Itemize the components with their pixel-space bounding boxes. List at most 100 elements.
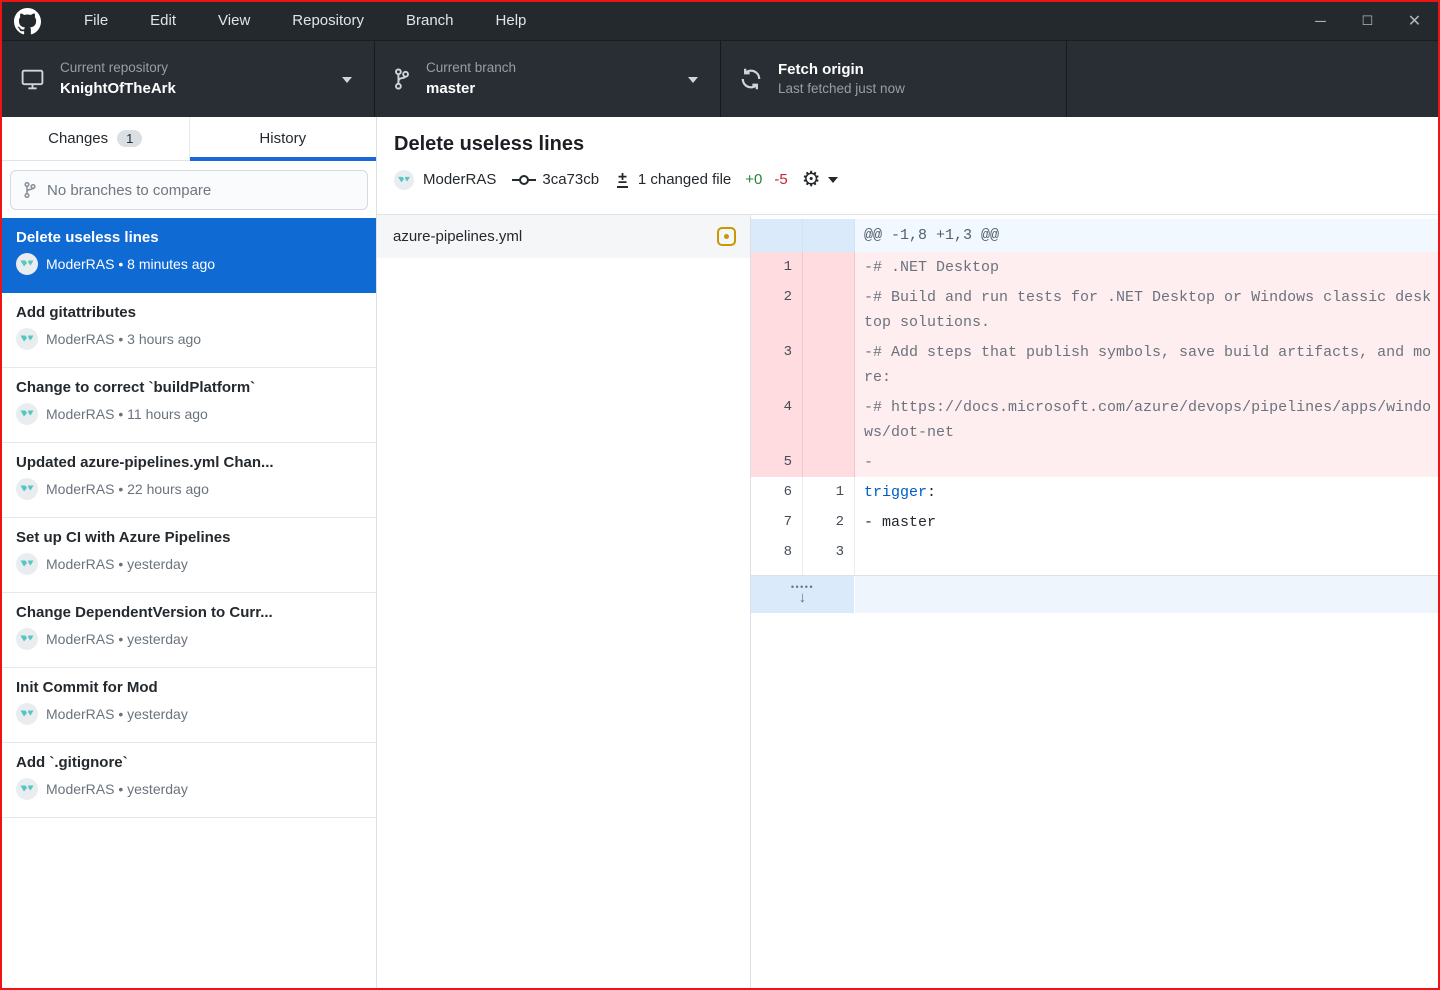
avatar: [394, 170, 414, 190]
current-branch-value: master: [426, 78, 516, 99]
maximize-button[interactable]: ☐: [1344, 2, 1391, 40]
current-repository-label: Current repository: [60, 59, 176, 78]
commit-list-item[interactable]: Add gitattributes ModerRAS • 3 hours ago: [2, 293, 376, 368]
file-row-selected[interactable]: azure-pipelines.yml: [377, 215, 750, 258]
changed-files-list: azure-pipelines.yml: [377, 215, 751, 988]
commit-item-title: Change to correct `buildPlatform`: [16, 379, 362, 396]
diff-line: 72- master: [751, 507, 1438, 537]
commit-list-item[interactable]: Change DependentVersion to Curr... Moder…: [2, 593, 376, 668]
chevron-down-icon: [688, 77, 698, 83]
avatar: [16, 253, 38, 275]
chevron-down-icon: [342, 77, 352, 83]
avatar: [16, 403, 38, 425]
menu-item-view[interactable]: View: [197, 2, 271, 40]
branch-compare-input[interactable]: [47, 182, 356, 199]
menu-item-file[interactable]: File: [63, 2, 129, 40]
commit-item-title: Updated azure-pipelines.yml Chan...: [16, 454, 362, 471]
diff-line-content: trigger:: [855, 477, 1438, 507]
github-logo-icon: [14, 8, 41, 35]
menu-item-edit[interactable]: Edit: [129, 2, 197, 40]
avatar: [16, 553, 38, 575]
commit-item-meta-text: ModerRAS • 8 minutes ago: [46, 256, 215, 272]
modified-file-icon: [717, 227, 736, 246]
app-window: FileEditViewRepositoryBranchHelp ─ ☐ ✕ C…: [0, 0, 1440, 990]
current-branch-label: Current branch: [426, 59, 516, 78]
commit-item-title: Add `.gitignore`: [16, 754, 362, 771]
commit-item-meta-text: ModerRAS • yesterday: [46, 631, 188, 647]
close-button[interactable]: ✕: [1391, 2, 1438, 40]
old-line-number: 2: [751, 282, 803, 337]
tab-changes-label: Changes: [48, 130, 108, 147]
commit-list-item[interactable]: Init Commit for Mod ModerRAS • yesterday: [2, 668, 376, 743]
file-name: azure-pipelines.yml: [393, 228, 522, 245]
old-line-number: 6: [751, 477, 803, 507]
commit-item-meta-text: ModerRAS • yesterday: [46, 781, 188, 797]
commit-list-item[interactable]: Change to correct `buildPlatform` ModerR…: [2, 368, 376, 443]
branch-compare-box[interactable]: [10, 170, 368, 210]
commit-item-meta-text: ModerRAS • yesterday: [46, 706, 188, 722]
commit-title: Delete useless lines: [394, 133, 1438, 156]
git-commit-icon: [512, 173, 536, 187]
diff-line: 83: [751, 537, 1438, 575]
menu-bar: FileEditViewRepositoryBranchHelp: [63, 2, 547, 40]
sidebar: Changes 1 History Delete useless lines: [2, 117, 377, 988]
old-line-number: 3: [751, 337, 803, 392]
additions-count: +0: [745, 171, 762, 188]
commit-list-item[interactable]: Delete useless lines ModerRAS • 8 minute…: [2, 218, 376, 293]
menu-item-help[interactable]: Help: [475, 2, 548, 40]
window-controls: ─ ☐ ✕: [1297, 2, 1438, 40]
avatar: [16, 328, 38, 350]
old-line-number: 4: [751, 392, 803, 447]
commit-item-title: Delete useless lines: [16, 229, 362, 246]
new-line-number: [803, 447, 855, 477]
diff-line-content: - master: [855, 507, 1438, 537]
commit-item-title: Add gitattributes: [16, 304, 362, 321]
expand-down-button[interactable]: ••••• ↓: [791, 583, 814, 606]
git-branch-icon: [393, 67, 411, 91]
commit-list-item[interactable]: Updated azure-pipelines.yml Chan... Mode…: [2, 443, 376, 518]
diff-line: 1-# .NET Desktop: [751, 252, 1438, 282]
commit-list-item[interactable]: Set up CI with Azure Pipelines ModerRAS …: [2, 518, 376, 593]
commit-header: Delete useless lines ModerRAS 3ca73cb: [377, 117, 1438, 215]
commit-list-item[interactable]: Add `.gitignore` ModerRAS • yesterday: [2, 743, 376, 818]
arrow-down-icon: ↓: [798, 591, 807, 606]
menu-item-repository[interactable]: Repository: [271, 2, 385, 40]
diff-expand-row: ••••• ↓: [751, 576, 1438, 613]
new-line-number: 1: [803, 477, 855, 507]
commit-meta-row: ModerRAS 3ca73cb ± 1 changed file +0 -5 …: [394, 169, 1438, 190]
gear-icon[interactable]: ⚙: [802, 169, 821, 190]
tab-changes[interactable]: Changes 1: [2, 117, 189, 160]
avatar: [16, 478, 38, 500]
menu-item-branch[interactable]: Branch: [385, 2, 475, 40]
commit-item-meta-text: ModerRAS • yesterday: [46, 556, 188, 572]
current-repository-button[interactable]: Current repository KnightOfTheArk: [2, 41, 375, 117]
changed-files-count: 1 changed file: [638, 171, 731, 188]
new-line-number: [803, 252, 855, 282]
chevron-down-icon[interactable]: [828, 177, 838, 183]
current-repository-value: KnightOfTheArk: [60, 78, 176, 99]
deletions-count: -5: [774, 171, 787, 188]
current-branch-button[interactable]: Current branch master: [375, 41, 721, 117]
avatar: [16, 703, 38, 725]
fetch-origin-button[interactable]: Fetch origin Last fetched just now: [721, 41, 1067, 117]
fetch-origin-title: Fetch origin: [778, 59, 905, 80]
changes-count-badge: 1: [117, 130, 142, 147]
diff-table: @@ -1,8 +1,3 @@ 1-# .NET Desktop2-# Buil…: [751, 219, 1438, 576]
diff-line: 61trigger:: [751, 477, 1438, 507]
branch-filter-area: [2, 161, 376, 218]
diff-line: 3-# Add steps that publish symbols, save…: [751, 337, 1438, 392]
new-line-number: 3: [803, 537, 855, 575]
commit-sha: 3ca73cb: [542, 171, 599, 188]
old-line-number: 8: [751, 537, 803, 575]
tab-history[interactable]: History: [189, 117, 377, 160]
toolbar: Current repository KnightOfTheArk Curren…: [2, 40, 1438, 117]
old-line-number: 1: [751, 252, 803, 282]
hunk-header-row: @@ -1,8 +1,3 @@: [751, 219, 1438, 252]
diff-stat-icon: ±: [617, 171, 628, 188]
git-branch-icon: [22, 181, 38, 199]
diff-line-content: [855, 537, 1438, 575]
minimize-button[interactable]: ─: [1297, 2, 1344, 40]
commit-item-meta-text: ModerRAS • 22 hours ago: [46, 481, 209, 497]
commit-sha-group[interactable]: 3ca73cb: [512, 171, 599, 188]
commit-item-meta-text: ModerRAS • 3 hours ago: [46, 331, 201, 347]
